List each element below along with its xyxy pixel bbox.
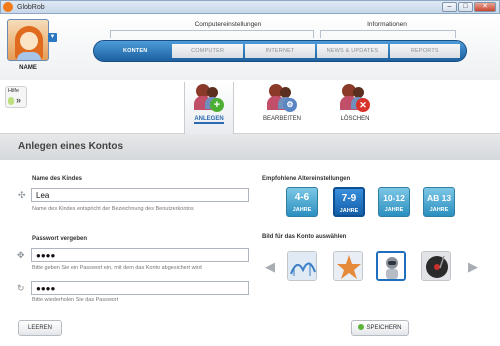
age-option-10-12[interactable]: 10-12 JAHRE (378, 187, 410, 217)
tab-computer[interactable]: COMPUTER (172, 44, 243, 58)
main-tabbar: KONTEN COMPUTER INTERNET NEWS & UPDATES … (93, 40, 467, 62)
section-title: Anlegen eines Kontos (0, 134, 500, 160)
turntable-icon (422, 252, 450, 280)
age-option-4-6[interactable]: 4-6 JAHRE (286, 187, 318, 217)
password-hint: Bitte geben Sie ein Passwort ein, mit de… (32, 265, 202, 271)
avatar[interactable] (7, 19, 49, 61)
nav-group-info: Informationen (367, 21, 407, 28)
anlegen-button[interactable]: + ANLEGEN (184, 82, 234, 134)
nav-group-bracket (320, 30, 456, 38)
age-range: 4-6 (294, 192, 310, 203)
expand-arrow-icon: » (16, 95, 22, 105)
nav-group-computer: Computereinstellungen (194, 21, 262, 28)
age-unit: JAHRE (292, 207, 312, 213)
loeschen-label: LÖSCHEN (340, 116, 370, 122)
anlegen-label: ANLEGEN (194, 116, 224, 124)
keypad-icon: ✥ (17, 250, 25, 260)
title-bar: GlobRob – □ ✕ (0, 0, 500, 14)
age-unit: JAHRE (429, 207, 449, 213)
age-range: 7-9 (341, 193, 357, 204)
add-user-icon: + (194, 82, 224, 114)
save-button[interactable]: SPEICHERN (351, 320, 409, 336)
save-label: SPEICHERN (366, 325, 402, 331)
image-label: Bild für das Konto auswählen (262, 234, 347, 240)
prev-image-button[interactable]: ◀ (265, 259, 275, 275)
tab-news-updates[interactable]: NEWS & UPDATES (317, 44, 388, 58)
move-icon: ✣ (18, 190, 26, 200)
image-option-turntable[interactable] (421, 251, 451, 281)
starfish-icon (334, 252, 362, 280)
age-unit: JAHRE (339, 208, 359, 214)
lightbulb-icon (8, 97, 14, 105)
password-repeat-hint: Bitte wiederholen Sie das Passwort (32, 297, 119, 303)
image-option-rollercoaster[interactable] (287, 251, 317, 281)
password-label: Passwort vergeben (32, 236, 88, 242)
loeschen-button[interactable]: ✕ LÖSCHEN (330, 82, 380, 122)
age-unit: JAHRE (384, 207, 404, 213)
clear-button[interactable]: LEEREN (18, 320, 62, 336)
image-option-astronaut[interactable] (376, 251, 406, 281)
edit-user-icon: ⚙ (267, 82, 297, 114)
rollercoaster-icon (288, 252, 316, 280)
help-button[interactable]: Hilfe » (5, 86, 27, 108)
window-title: GlobRob (17, 3, 45, 11)
profile-dropdown-button[interactable]: ▼ (48, 33, 57, 42)
app-icon (3, 2, 13, 12)
close-button[interactable]: ✕ (474, 2, 496, 12)
action-toolbar: Hilfe » + ANLEGEN ⚙ BEARBEITEN ✕ LÖSCHEN (0, 80, 500, 134)
age-range: 10-12 (383, 193, 405, 203)
image-option-starfish[interactable] (333, 251, 363, 281)
name-input[interactable] (31, 188, 249, 202)
profile-name: NAME (19, 65, 37, 71)
tab-internet[interactable]: INTERNET (244, 44, 316, 58)
password-input[interactable] (31, 248, 249, 262)
next-image-button[interactable]: ▶ (468, 259, 478, 275)
tab-konten[interactable]: KONTEN (100, 44, 170, 58)
age-option-ab-13[interactable]: AB 13 JAHRE (423, 187, 455, 217)
name-label: Name des Kindes (32, 176, 83, 182)
age-option-7-9[interactable]: 7-9 JAHRE (333, 187, 365, 217)
minimize-button[interactable]: – (442, 2, 457, 12)
maximize-button[interactable]: □ (458, 2, 473, 12)
name-hint: Name des Kindes entspricht der Bezeichnu… (32, 206, 194, 212)
nav-group-bracket (110, 30, 314, 38)
repeat-icon: ↻ (17, 283, 25, 293)
astronaut-icon (378, 253, 404, 279)
password-repeat-input[interactable] (31, 281, 249, 295)
help-label: Hilfe (8, 88, 20, 94)
delete-user-icon: ✕ (340, 82, 370, 114)
save-icon (358, 324, 365, 330)
header: ▼ NAME Computereinstellungen Information… (0, 14, 500, 80)
age-label: Empfohlene Altereinstellungen (262, 176, 351, 182)
bearbeiten-label: BEARBEITEN (262, 116, 301, 122)
bearbeiten-button[interactable]: ⚙ BEARBEITEN (257, 82, 307, 122)
window-controls: – □ ✕ (442, 2, 496, 12)
tab-reports[interactable]: REPORTS (389, 44, 461, 58)
age-range: AB 13 (426, 193, 452, 203)
